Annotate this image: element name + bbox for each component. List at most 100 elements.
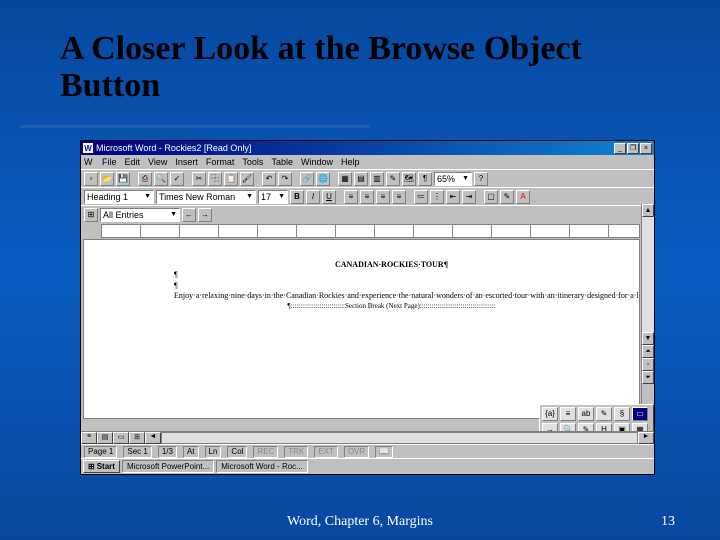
browse-page-icon[interactable]: ▭ [632, 407, 648, 421]
zoom-combo[interactable]: 65%▼ [434, 172, 472, 186]
body-paragraph: Enjoy·a·relaxing·nine·days·in·the·Canadi… [174, 291, 609, 301]
menu-file[interactable]: File [102, 157, 117, 167]
statusbar: Page 1 Sec 1 1/3 At Ln Col REC TRK EXT O… [81, 444, 654, 458]
scroll-up-icon[interactable]: ▲ [642, 204, 654, 217]
excel-icon[interactable]: ▤ [354, 172, 368, 186]
empty-para [174, 281, 609, 291]
highlight-icon[interactable]: ✎ [500, 190, 514, 204]
bold-icon[interactable]: B [290, 190, 304, 204]
map-icon[interactable]: 🗺 [402, 172, 416, 186]
browse-section-icon[interactable]: § [614, 407, 630, 421]
web-icon[interactable]: 🌐 [316, 172, 330, 186]
menu-tools[interactable]: Tools [242, 157, 263, 167]
status-page: Page 1 [84, 446, 117, 458]
outline-view-icon[interactable]: ⊞ [129, 432, 145, 444]
open-icon[interactable]: 📂 [100, 172, 114, 186]
footer-center: Word, Chapter 6, Margins [287, 514, 433, 530]
formatting-toolbar: Heading 1▼ Times New Roman▼ 17▼ B I U ≡ … [81, 187, 654, 205]
slide-footer: Word, Chapter 6, Margins 13 [0, 514, 720, 530]
preview-icon[interactable]: 🔍 [154, 172, 168, 186]
footer-page-number: 13 [661, 514, 675, 530]
scroll-right-icon[interactable]: ► [638, 432, 654, 444]
browse-footnote-icon[interactable]: ab [578, 407, 594, 421]
cut-icon[interactable]: ✂ [192, 172, 206, 186]
print-icon[interactable]: ⎙ [138, 172, 152, 186]
bullet-list-icon[interactable]: ⋮ [430, 190, 444, 204]
size-combo[interactable]: 17▼ [258, 190, 288, 204]
columns-icon[interactable]: ▥ [370, 172, 384, 186]
scroll-left-icon[interactable]: ◄ [145, 432, 161, 444]
style-combo[interactable]: Heading 1▼ [84, 190, 154, 204]
scroll-down-icon[interactable]: ▼ [642, 332, 654, 345]
drawing-icon[interactable]: ✎ [386, 172, 400, 186]
menu-edit[interactable]: Edit [125, 157, 141, 167]
outline-level-combo[interactable]: All Entries▼ [100, 208, 180, 222]
next-page-icon[interactable]: ⏷ [642, 371, 654, 384]
borders-icon[interactable]: ▢ [484, 190, 498, 204]
taskbar-powerpoint[interactable]: Microsoft PowerPoint... [122, 460, 214, 473]
horizontal-scrollbar[interactable]: ≡ ▤ ▭ ⊞ ◄ ► [81, 431, 654, 444]
slide-title: A Closer Look at the Browse Object Butto… [0, 0, 720, 115]
undo-icon[interactable]: ↶ [262, 172, 276, 186]
status-rec: REC [253, 446, 278, 458]
standard-toolbar: ▫ 📂 💾 ⎙ 🔍 ✓ ✂ ⿻ 📋 🖌 ↶ ↷ 🔗 🌐 ▦ ▤ ▥ ✎ 🗺 ¶ … [81, 169, 654, 187]
doc-icon: W [84, 157, 94, 167]
status-pages: 1/3 [158, 446, 177, 458]
browse-field-icon[interactable]: {a} [542, 407, 558, 421]
outline-toolbar: ⊞ All Entries▼ ← → [81, 205, 654, 223]
menu-help[interactable]: Help [341, 157, 360, 167]
format-painter-icon[interactable]: 🖌 [240, 172, 254, 186]
vertical-scrollbar[interactable]: ▲ ▼ ⏶ ◦ ⏷ [641, 204, 654, 422]
align-right-icon[interactable]: ≡ [376, 190, 390, 204]
font-combo[interactable]: Times New Roman▼ [156, 190, 256, 204]
indent-icon[interactable]: ⇥ [462, 190, 476, 204]
align-center-icon[interactable]: ≡ [360, 190, 374, 204]
browse-endnote-icon[interactable]: ≡ [560, 407, 576, 421]
browse-comment-icon[interactable]: ✎ [596, 407, 612, 421]
link-icon[interactable]: 🔗 [300, 172, 314, 186]
taskbar-word[interactable]: Microsoft Word - Roc... [216, 460, 308, 473]
underline-icon[interactable]: U [322, 190, 336, 204]
page-view-icon[interactable]: ▭ [113, 432, 129, 444]
outline-btn-icon[interactable]: ⊞ [84, 208, 98, 222]
outdent-icon[interactable]: ⇤ [446, 190, 460, 204]
status-book-icon[interactable]: 📖 [375, 446, 393, 458]
status-col: Col [227, 446, 247, 458]
table-icon[interactable]: ▦ [338, 172, 352, 186]
menu-window[interactable]: Window [301, 157, 333, 167]
browse-object-button[interactable]: ◦ [642, 358, 654, 371]
document-area[interactable]: CANADIAN·ROCKIES·TOUR Enjoy·a·relaxing·n… [83, 239, 640, 419]
show-hide-icon[interactable]: ¶ [418, 172, 432, 186]
status-ovr: OVR [344, 446, 369, 458]
previous-page-icon[interactable]: ⏶ [642, 345, 654, 358]
close-button[interactable]: × [640, 143, 652, 154]
align-left-icon[interactable]: ≡ [344, 190, 358, 204]
paste-icon[interactable]: 📋 [224, 172, 238, 186]
numbered-list-icon[interactable]: ≔ [414, 190, 428, 204]
help-icon[interactable]: ? [474, 172, 488, 186]
empty-para [174, 270, 609, 280]
redo-icon[interactable]: ↷ [278, 172, 292, 186]
minimize-button[interactable]: _ [614, 143, 626, 154]
font-color-icon[interactable]: A [516, 190, 530, 204]
titlebar-text: Microsoft Word - Rockies2 [Read Only] [96, 143, 251, 153]
save-icon[interactable]: 💾 [116, 172, 130, 186]
spell-icon[interactable]: ✓ [170, 172, 184, 186]
justify-icon[interactable]: ≡ [392, 190, 406, 204]
online-view-icon[interactable]: ▤ [97, 432, 113, 444]
start-button[interactable]: ⊞Start [83, 460, 120, 473]
new-icon[interactable]: ▫ [84, 172, 98, 186]
normal-view-icon[interactable]: ≡ [81, 432, 97, 444]
menu-insert[interactable]: Insert [175, 157, 198, 167]
menu-view[interactable]: View [148, 157, 167, 167]
horizontal-ruler[interactable] [101, 224, 640, 238]
demote-icon[interactable]: → [198, 208, 212, 222]
promote-icon[interactable]: ← [182, 208, 196, 222]
menu-table[interactable]: Table [271, 157, 293, 167]
maximize-button[interactable]: ❐ [627, 143, 639, 154]
copy-icon[interactable]: ⿻ [208, 172, 222, 186]
italic-icon[interactable]: I [306, 190, 320, 204]
menu-format[interactable]: Format [206, 157, 235, 167]
word-icon: W [83, 143, 93, 153]
word-app-window: W Microsoft Word - Rockies2 [Read Only] … [80, 140, 655, 475]
